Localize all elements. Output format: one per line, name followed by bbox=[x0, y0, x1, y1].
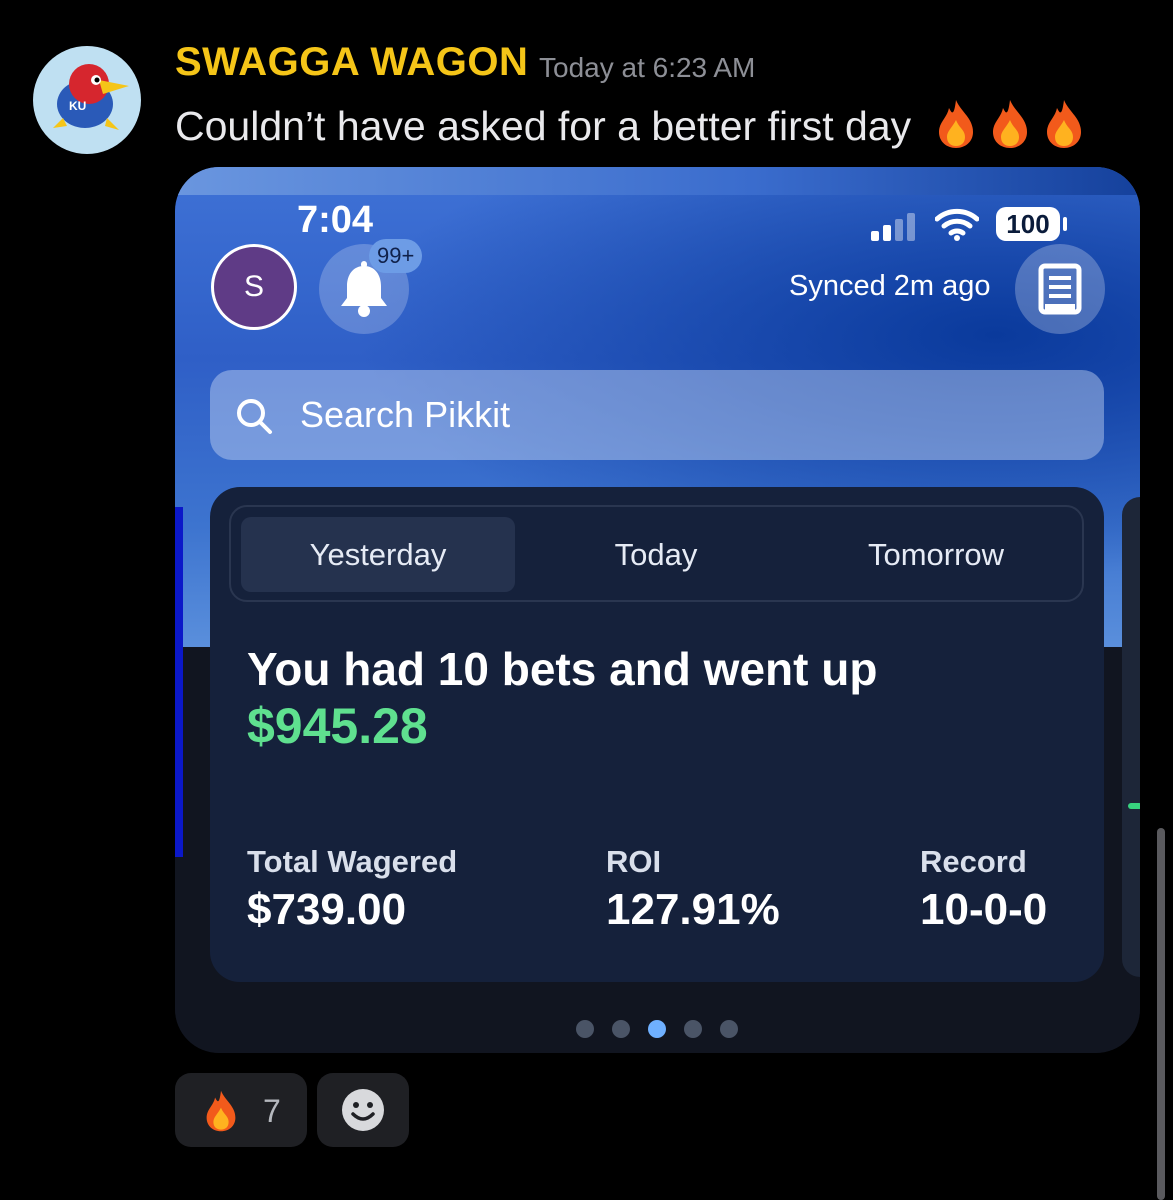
username[interactable]: SWAGGA WAGON bbox=[175, 40, 528, 85]
stat-value-total-wagered: $739.00 bbox=[247, 885, 407, 934]
stat-value-record: 10-0-0 bbox=[920, 885, 1048, 934]
tab-tomorrow[interactable]: Tomorrow bbox=[797, 517, 1075, 592]
profit-amount: $945.28 bbox=[247, 698, 428, 754]
screenshot-top-band bbox=[175, 167, 1140, 195]
status-time: 7:04 bbox=[297, 199, 374, 241]
signal-icon bbox=[871, 213, 915, 241]
add-reaction-button[interactable] bbox=[317, 1073, 409, 1147]
notifications-badge: 99+ bbox=[369, 239, 423, 273]
next-card-accent bbox=[1128, 803, 1140, 809]
tab-yesterday[interactable]: Yesterday bbox=[241, 517, 515, 592]
book-icon bbox=[1038, 263, 1082, 315]
jayhawk-icon: KU bbox=[53, 64, 129, 130]
page-dot[interactable] bbox=[576, 1020, 594, 1038]
stat-label-total-wagered: Total Wagered bbox=[247, 844, 458, 879]
prev-card-edge bbox=[175, 507, 183, 857]
search-bar[interactable]: Search Pikkit bbox=[210, 370, 1104, 460]
search-placeholder: Search Pikkit bbox=[300, 394, 511, 435]
fire-emoji-icon bbox=[206, 1090, 236, 1132]
reaction-count: 7 bbox=[263, 1093, 281, 1129]
message-text-row: Couldn’t have asked for a better first d… bbox=[175, 98, 1095, 150]
message-emoji-group bbox=[933, 98, 1095, 150]
stat-label-record: Record bbox=[920, 844, 1027, 879]
betslip-button[interactable] bbox=[1015, 244, 1105, 334]
stat-value-roi: 127.91% bbox=[606, 885, 780, 934]
fire-emoji-icon bbox=[938, 100, 973, 148]
profile-button[interactable]: S bbox=[211, 244, 297, 330]
stat-label-roi: ROI bbox=[606, 844, 662, 879]
avatar-ku-label: KU bbox=[69, 99, 86, 113]
attached-screenshot[interactable]: 7:04 100 S 99+ Synced 2m ago Search Pikk… bbox=[175, 167, 1140, 1053]
summary-headline: You had 10 bets and went up bbox=[247, 643, 878, 695]
next-card-edge bbox=[1122, 497, 1140, 977]
battery-indicator: 100 bbox=[996, 207, 1060, 241]
scrollbar[interactable] bbox=[1157, 828, 1165, 1200]
battery-tip bbox=[1063, 217, 1067, 231]
page-dot[interactable] bbox=[684, 1020, 702, 1038]
page-dot[interactable] bbox=[612, 1020, 630, 1038]
page-dot[interactable] bbox=[720, 1020, 738, 1038]
daily-summary-card: Yesterday Today Tomorrow You had 10 bets… bbox=[210, 487, 1104, 982]
tab-today[interactable]: Today bbox=[519, 517, 793, 592]
fire-reaction-button[interactable]: 7 bbox=[175, 1073, 307, 1147]
page-dot[interactable] bbox=[648, 1020, 666, 1038]
wifi-icon bbox=[935, 208, 979, 241]
fire-emoji-icon bbox=[992, 100, 1027, 148]
smiley-add-reaction-icon bbox=[342, 1089, 384, 1131]
day-selector: Yesterday Today Tomorrow bbox=[229, 505, 1084, 602]
fire-emoji-icon bbox=[1046, 100, 1081, 148]
user-avatar[interactable]: KU bbox=[33, 46, 141, 154]
message-timestamp: Today at 6:23 AM bbox=[539, 52, 756, 83]
sync-status: Synced 2m ago bbox=[789, 270, 991, 302]
search-icon bbox=[237, 399, 272, 434]
message-text: Couldn’t have asked for a better first d… bbox=[175, 103, 912, 149]
